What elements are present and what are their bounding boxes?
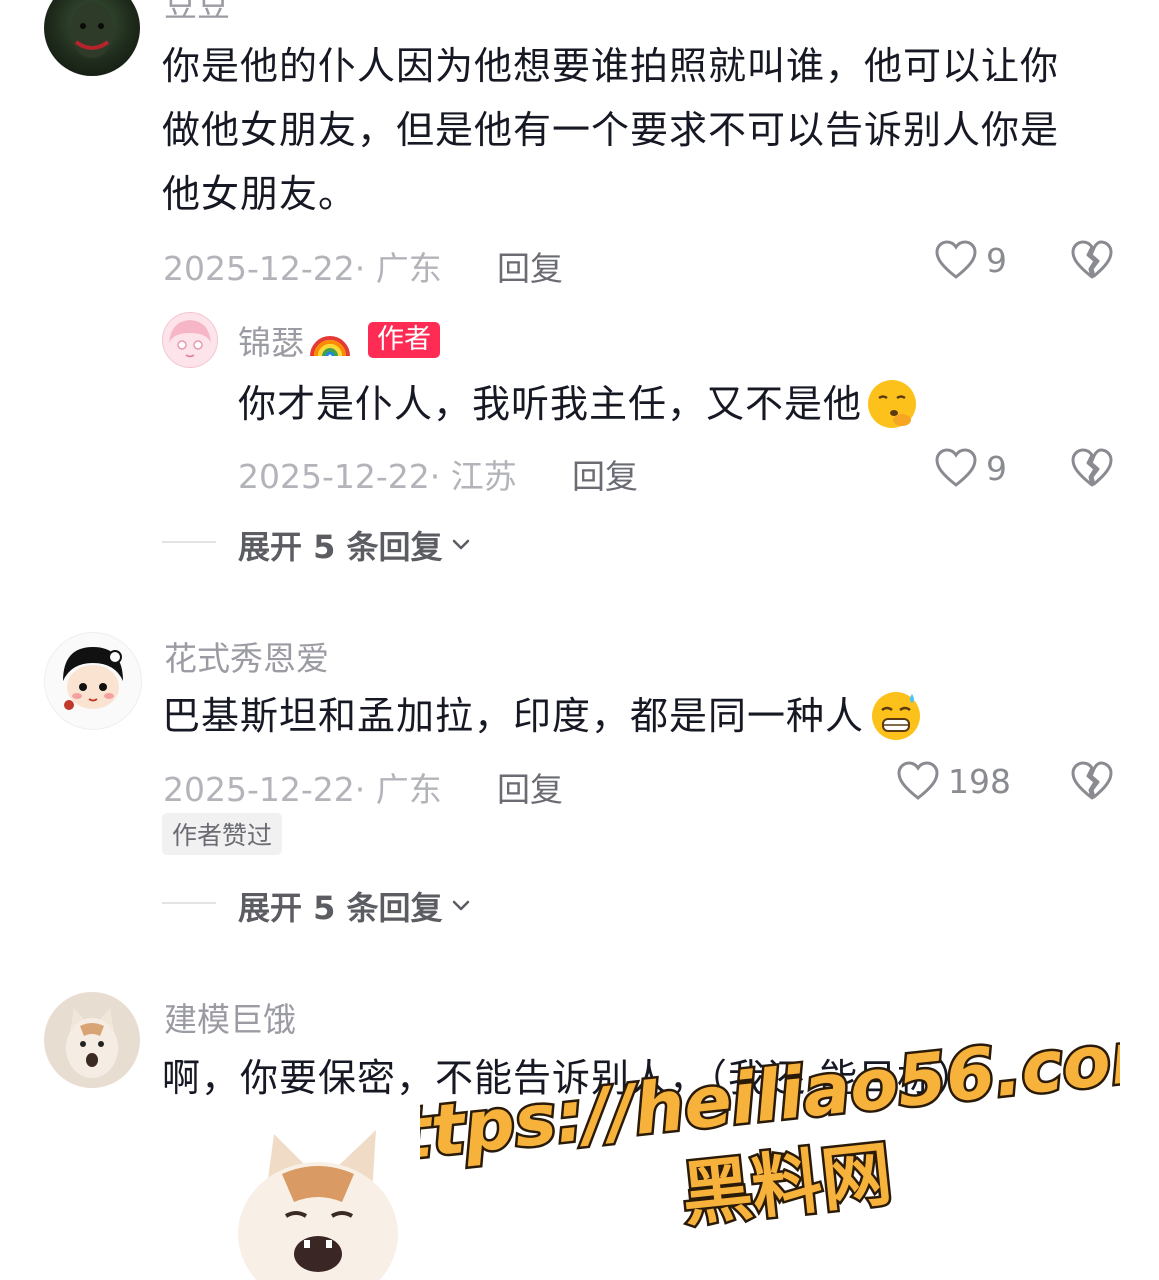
comment-username[interactable]: 建模巨饿 — [164, 993, 296, 1041]
reply-button[interactable]: 回复 — [497, 242, 563, 290]
reply-meta: 2025-12-22· 江苏 — [238, 457, 517, 496]
like-button[interactable]: 9 — [934, 239, 1007, 281]
dislike-button[interactable] — [1070, 760, 1114, 802]
comment-meta: 2025-12-22· 广东 — [163, 249, 442, 288]
author-badge: 作者 — [368, 322, 440, 358]
rainbow-icon — [310, 336, 350, 357]
joker-avatar-icon — [70, 2, 114, 58]
cat-sticker-image[interactable] — [222, 1124, 412, 1280]
grimace-sweat-emoji-icon — [872, 692, 921, 740]
cartoon-girl-avatar-icon — [63, 647, 123, 710]
chevron-down-icon — [452, 900, 469, 911]
expand-replies-button[interactable]: 展开 5 条回复 — [238, 522, 473, 568]
avatar[interactable] — [44, 992, 140, 1088]
avatar[interactable] — [162, 312, 218, 368]
avatar[interactable] — [44, 0, 140, 76]
like-button[interactable]: 9 — [934, 447, 1007, 489]
like-count: 9 — [986, 448, 1007, 488]
like-count: 198 — [948, 761, 1011, 801]
comment-username[interactable]: 豆豆 — [164, 0, 230, 26]
anime-girl-avatar-icon — [169, 320, 211, 358]
comment-text-line: 你是他的仆人因为他想要谁拍照就叫谁，他可以让你 — [162, 44, 1060, 88]
expand-replies-button[interactable]: 展开 5 条回复 — [238, 883, 473, 929]
broken-heart-icon — [1071, 448, 1113, 487]
reply-header: 锦瑟 作者 — [238, 316, 440, 364]
chevron-down-icon — [452, 539, 469, 550]
laughing-cat-sticker-icon — [238, 1130, 398, 1280]
cat-avatar-icon — [66, 1008, 118, 1078]
comment-username[interactable]: 花式秀恩爱 — [164, 632, 329, 680]
watermark-name: 黑料网 — [678, 1133, 895, 1237]
like-count: 9 — [986, 240, 1007, 280]
reply-button[interactable]: 回复 — [497, 763, 563, 811]
comment-text: 你是他的仆人因为他想要谁拍照就叫谁，他可以让你 做他女朋友，但是他有一个要求不可… — [162, 34, 1122, 226]
comment-meta: 2025-12-22· 广东 — [163, 770, 442, 809]
shush-face-emoji-icon — [868, 380, 917, 428]
expand-replies-label: 展开 5 条回复 — [238, 889, 443, 927]
watermark: https://heiliao56.com 黑料网 — [420, 1020, 1120, 1250]
comment-text-line: 做他女朋友，但是他有一个要求不可以告诉别人你是 — [162, 108, 1060, 152]
broken-heart-icon — [1071, 240, 1113, 279]
heart-icon — [935, 240, 977, 279]
avatar[interactable] — [44, 632, 142, 730]
dislike-button[interactable] — [1070, 239, 1114, 281]
author-liked-tag: 作者赞过 — [162, 813, 283, 855]
heart-icon — [935, 448, 977, 487]
broken-heart-icon — [1071, 761, 1113, 800]
heart-icon — [897, 761, 939, 800]
expand-divider — [162, 541, 216, 543]
comment-text-body: 巴基斯坦和孟加拉，印度，都是同一种人 — [162, 694, 865, 738]
like-button[interactable]: 198 — [896, 760, 1011, 802]
watermark-text-graphic: https://heiliao56.com 黑料网 — [420, 1020, 1120, 1239]
expand-replies-label: 展开 5 条回复 — [238, 528, 443, 566]
reply-username[interactable]: 锦瑟 — [238, 316, 304, 364]
reply-text-body: 你才是仆人，我听我主任，又不是他 — [238, 382, 863, 426]
dislike-button[interactable] — [1070, 447, 1114, 489]
comment-text-line: 他女朋友。 — [162, 172, 358, 216]
reply-button[interactable]: 回复 — [572, 450, 638, 498]
expand-divider — [162, 902, 216, 904]
reply-text: 你才是仆人，我听我主任，又不是他 — [238, 372, 920, 436]
comment-text: 巴基斯坦和孟加拉，印度，都是同一种人 — [162, 684, 924, 748]
